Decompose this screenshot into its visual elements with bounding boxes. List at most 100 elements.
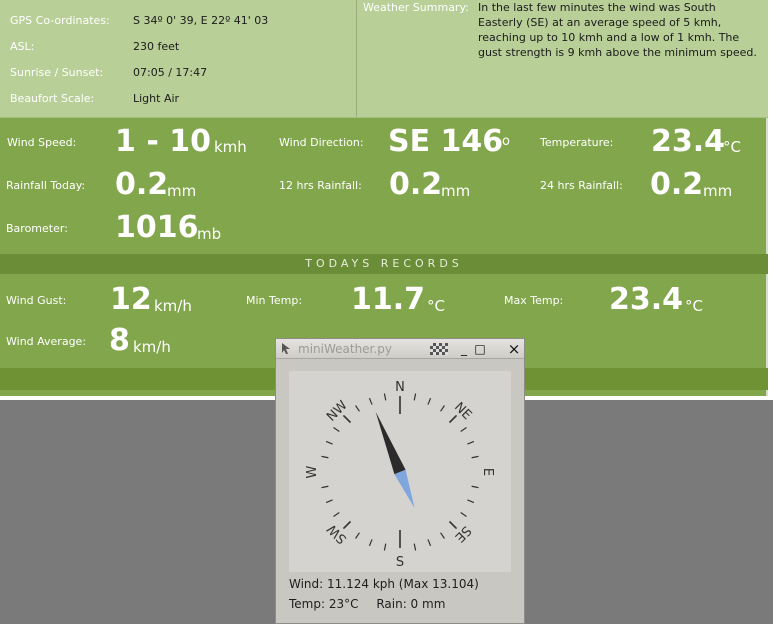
compass-tick bbox=[471, 485, 479, 489]
compass-tick bbox=[321, 485, 329, 489]
min-temp-unit: °C bbox=[427, 297, 445, 315]
compass-tick bbox=[471, 455, 479, 459]
rain-12h-label: 12 hrs Rainfall: bbox=[279, 179, 362, 192]
barometer-unit: mb bbox=[197, 225, 222, 243]
degree-unit: o bbox=[502, 134, 510, 149]
compass-tick bbox=[342, 414, 352, 424]
temperature-unit: °C bbox=[723, 138, 741, 156]
needle-tail bbox=[375, 411, 406, 475]
compass-panel: N S E W NE NW SE SW bbox=[289, 371, 511, 572]
wind-average-label: Wind Average: bbox=[6, 335, 87, 348]
compass-label-s: S bbox=[396, 555, 404, 570]
wind-speed-label: Wind Speed: bbox=[7, 136, 77, 149]
compass-tick bbox=[368, 397, 373, 405]
divider bbox=[0, 117, 768, 118]
compass-tick bbox=[427, 397, 432, 405]
window-title: miniWeather.py bbox=[298, 342, 392, 356]
wind-direction-label: Wind Direction: bbox=[279, 136, 364, 149]
rain-12h-unit: mm bbox=[441, 182, 471, 200]
compass-tick bbox=[325, 499, 333, 504]
temp-rain-readout: Temp: 23°C Rain: 0 mm bbox=[289, 597, 459, 611]
weather-panel: GPS Co-ordinates: S 34º 0' 39, E 22º 41'… bbox=[0, 0, 768, 396]
barometer-value: 1016 bbox=[115, 210, 199, 245]
compass-tick bbox=[342, 520, 352, 530]
app-icon bbox=[282, 343, 290, 354]
compass-tick bbox=[383, 543, 387, 551]
min-temp-value: 11.7 bbox=[351, 282, 426, 317]
barometer-label: Barometer: bbox=[6, 222, 68, 235]
compass-tick bbox=[440, 405, 445, 412]
todays-records-header: TODAYS RECORDS bbox=[0, 254, 768, 274]
compass-tick bbox=[460, 512, 467, 517]
wind-average-unit: km/h bbox=[133, 338, 171, 356]
wind-speed-unit: kmh bbox=[214, 138, 247, 156]
wind-gust-unit: km/h bbox=[154, 297, 192, 315]
compass-tick bbox=[355, 405, 360, 412]
sun-label: Sunrise / Sunset: bbox=[10, 66, 104, 79]
compass-tick bbox=[333, 427, 340, 432]
window-titlebar[interactable]: miniWeather.py _ □ × bbox=[276, 339, 524, 359]
rain-12h-value: 0.2 bbox=[389, 167, 443, 202]
max-temp-label: Max Temp: bbox=[504, 294, 564, 307]
sticky-icon[interactable] bbox=[430, 343, 448, 355]
wind-direction-value: SE 146 bbox=[388, 124, 504, 159]
compass-tick bbox=[333, 512, 340, 517]
sun-value: 07:05 / 17:47 bbox=[133, 66, 208, 79]
compass-tick bbox=[448, 520, 458, 530]
compass-tick bbox=[413, 393, 417, 401]
min-temp-label: Min Temp: bbox=[246, 294, 303, 307]
compass-tick bbox=[467, 440, 475, 445]
station-info: GPS Co-ordinates: S 34º 0' 39, E 22º 41'… bbox=[0, 0, 768, 117]
max-temp-value: 23.4 bbox=[609, 282, 684, 317]
summary-text: In the last few minutes the wind was Sou… bbox=[478, 1, 757, 59]
compass-needle bbox=[375, 411, 415, 509]
compass-tick bbox=[368, 539, 373, 547]
compass-label-w: W bbox=[305, 465, 320, 478]
rain-24h-value: 0.2 bbox=[650, 167, 704, 202]
compass-label-n: N bbox=[395, 380, 405, 395]
rain-readout: Rain: 0 mm bbox=[376, 597, 446, 611]
temp-readout: Temp: 23°C bbox=[289, 597, 359, 611]
temperature-label: Temperature: bbox=[540, 136, 614, 149]
asl-value: 230 feet bbox=[133, 40, 180, 53]
rain-today-unit: mm bbox=[167, 182, 197, 200]
maximize-button[interactable]: □ bbox=[472, 341, 488, 357]
temperature-value: 23.4 bbox=[651, 124, 726, 159]
summary-label: Weather Summary: bbox=[363, 1, 469, 14]
gps-value: S 34º 0' 39, E 22º 41' 03 bbox=[133, 14, 269, 27]
miniweather-window[interactable]: miniWeather.py _ □ × N S E W NE NW SE SW… bbox=[275, 338, 525, 624]
station-details: GPS Co-ordinates: S 34º 0' 39, E 22º 41'… bbox=[0, 0, 356, 117]
compass-tick bbox=[460, 427, 467, 432]
compass-tick bbox=[383, 393, 387, 401]
asl-label: ASL: bbox=[10, 40, 35, 53]
wind-average-value: 8 bbox=[109, 323, 130, 358]
compass-tick bbox=[440, 532, 445, 539]
max-temp-unit: °C bbox=[685, 297, 703, 315]
compass-tick bbox=[467, 499, 475, 504]
compass-tick bbox=[427, 539, 432, 547]
wind-gust-value: 12 bbox=[110, 282, 152, 317]
compass-tick bbox=[321, 455, 329, 459]
rain-today-value: 0.2 bbox=[115, 167, 169, 202]
compass-tick bbox=[413, 543, 417, 551]
compass-tick bbox=[325, 440, 333, 445]
info-divider bbox=[356, 0, 357, 117]
compass-tick bbox=[448, 414, 458, 424]
wind-gust-label: Wind Gust: bbox=[6, 294, 67, 307]
wind-readout: Wind: 11.124 kph (Max 13.104) bbox=[289, 577, 479, 591]
rain-today-label: Rainfall Today: bbox=[6, 179, 86, 192]
beaufort-label: Beaufort Scale: bbox=[10, 92, 95, 105]
gps-label: GPS Co-ordinates: bbox=[10, 14, 110, 27]
compass-dial: N S E W NE NW SE SW bbox=[305, 380, 495, 570]
compass-label-nw: NW bbox=[324, 398, 351, 425]
compass-label-e: E bbox=[480, 468, 495, 476]
wind-speed-value: 1 - 10 bbox=[115, 124, 211, 159]
compass-label-ne: NE bbox=[451, 400, 474, 423]
rain-24h-label: 24 hrs Rainfall: bbox=[540, 179, 623, 192]
minimize-button[interactable]: _ bbox=[456, 341, 472, 357]
rain-24h-unit: mm bbox=[703, 182, 733, 200]
needle-head bbox=[394, 469, 415, 509]
beaufort-value: Light Air bbox=[133, 92, 180, 105]
close-button[interactable]: × bbox=[506, 341, 522, 357]
compass-tick bbox=[355, 532, 360, 539]
